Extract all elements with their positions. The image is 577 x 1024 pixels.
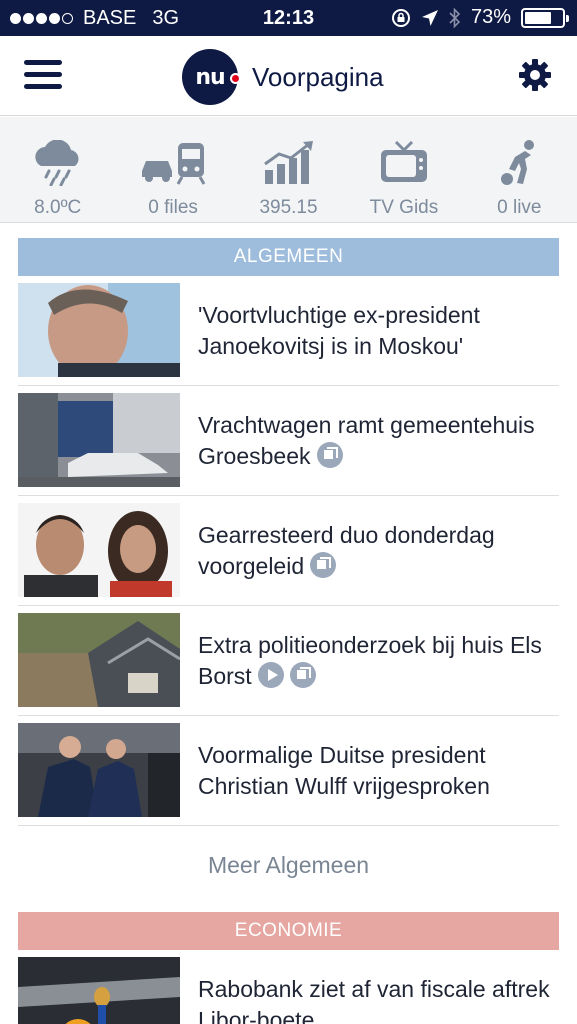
location-arrow-icon bbox=[421, 9, 438, 26]
traffic-icon bbox=[142, 143, 206, 185]
live-sports-shortcut[interactable]: 0 live bbox=[462, 117, 577, 222]
article-headline: Extra politieonderzoek bij huis Els Bors… bbox=[198, 632, 542, 689]
battery-percentage: 73% bbox=[470, 6, 511, 28]
quick-info-bar: 8.0ºC 0 files 395.15 TV Gids 0 live bbox=[0, 117, 577, 223]
weather-label: 8.0ºC bbox=[34, 197, 82, 218]
article-item[interactable]: 'Voortvluchtige ex-president Janoekovits… bbox=[18, 276, 559, 386]
weather-shortcut[interactable]: 8.0ºC bbox=[0, 117, 115, 222]
article-item[interactable]: Rabobank ziet af van fiscale aftrek Libo… bbox=[18, 950, 559, 1024]
article-thumbnail bbox=[18, 723, 180, 817]
traffic-label: 0 files bbox=[148, 197, 198, 218]
nu-logo: nu bbox=[182, 49, 241, 105]
status-bar: BASE 3G 12:13 73% bbox=[0, 0, 577, 36]
section-header-economie[interactable]: ECONOMIE bbox=[18, 912, 559, 950]
article-headline: 'Voortvluchtige ex-president Janoekovits… bbox=[198, 302, 480, 359]
article-headline: Rabobank ziet af van fiscale aftrek Libo… bbox=[198, 976, 550, 1024]
navigation-bar: nu Voorpagina bbox=[0, 36, 577, 116]
article-thumbnail bbox=[18, 613, 180, 707]
article-item[interactable]: Gearresteerd duo donderdag voorgeleid bbox=[18, 496, 559, 606]
stock-label: 395.15 bbox=[259, 197, 318, 218]
stock-chart-icon bbox=[263, 141, 313, 184]
live-sports-label: 0 live bbox=[497, 197, 542, 218]
article-item[interactable]: Extra politieonderzoek bij huis Els Bors… bbox=[18, 606, 559, 716]
photo-gallery-icon bbox=[316, 442, 343, 468]
settings-button[interactable] bbox=[517, 57, 553, 93]
photo-gallery-icon bbox=[289, 662, 316, 688]
bluetooth-icon bbox=[449, 7, 461, 28]
traffic-shortcut[interactable]: 0 files bbox=[115, 117, 230, 222]
article-thumbnail bbox=[18, 957, 180, 1024]
header-brand: nu Voorpagina bbox=[182, 49, 384, 105]
tv-icon bbox=[380, 140, 427, 182]
stock-shortcut[interactable]: 395.15 bbox=[231, 117, 346, 222]
more-algemeen-link[interactable]: Meer Algemeen bbox=[0, 852, 577, 879]
article-thumbnail bbox=[18, 283, 180, 377]
article-headline: Vrachtwagen ramt gemeentehuis Groesbeek bbox=[198, 412, 535, 469]
soccer-player-icon bbox=[501, 140, 535, 185]
tv-guide-label: TV Gids bbox=[369, 197, 439, 218]
battery-icon bbox=[521, 7, 569, 28]
article-headline: Voormalige Duitse president Christian Wu… bbox=[198, 742, 490, 799]
article-item[interactable]: Vrachtwagen ramt gemeentehuis Groesbeek bbox=[18, 386, 559, 496]
article-item[interactable]: Voormalige Duitse president Christian Wu… bbox=[18, 716, 559, 826]
article-thumbnail bbox=[18, 503, 180, 597]
section-header-algemeen[interactable]: ALGEMEEN bbox=[18, 238, 559, 276]
page-title: Voorpagina bbox=[252, 61, 384, 92]
tv-guide-shortcut[interactable]: TV Gids bbox=[346, 117, 461, 222]
weather-rain-icon bbox=[35, 140, 79, 186]
article-thumbnail bbox=[18, 393, 180, 487]
video-icon bbox=[257, 662, 284, 688]
menu-button[interactable] bbox=[24, 60, 62, 90]
article-headline: Gearresteerd duo donderdag voorgeleid bbox=[198, 522, 495, 579]
rotation-lock-icon bbox=[391, 8, 410, 27]
photo-gallery-icon bbox=[310, 552, 337, 578]
